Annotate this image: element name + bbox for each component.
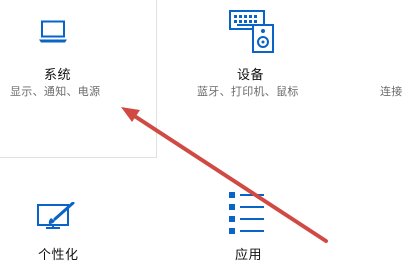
keyboard-speaker-icon [229, 10, 274, 53]
app-list-icon [229, 192, 264, 234]
tile-devices[interactable]: 设备 蓝牙、打印机、鼠标 [185, 0, 305, 158]
tile-devices-description: 蓝牙、打印机、鼠标 [197, 85, 299, 98]
tile-devices-title: 设备 [237, 68, 265, 83]
tile-system-title: 系统 [44, 68, 72, 83]
tile-apps-title: 应用 [235, 248, 263, 262]
tile-personalization-title: 个性化 [38, 248, 79, 262]
tile-network-description: 连接 [380, 85, 403, 98]
tile-apps[interactable]: 应用 [185, 180, 305, 262]
laptop-icon [39, 20, 67, 43]
monitor-brush-icon [37, 202, 75, 229]
tile-system[interactable]: 系统 显示、通知、电源 [0, 0, 157, 158]
settings-home: 系统 显示、通知、电源 设备 蓝牙、打印机、鼠标 连接 个性化 应用 [0, 0, 408, 262]
tile-system-description: 显示、通知、电源 [10, 85, 101, 98]
tile-personalization[interactable]: 个性化 [0, 180, 157, 262]
tile-network[interactable]: 连接 [370, 0, 408, 158]
